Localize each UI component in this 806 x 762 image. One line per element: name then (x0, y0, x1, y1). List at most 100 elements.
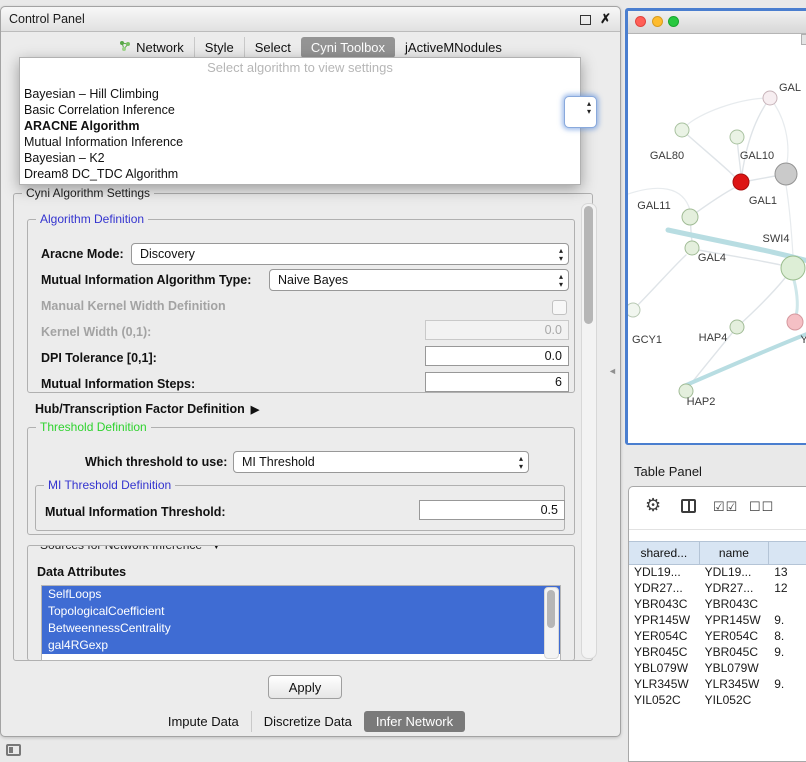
table-header-row: shared...name (629, 541, 806, 565)
table-cell: YBL079W (700, 660, 770, 676)
bottom-tab-discretize-data[interactable]: Discretize Data (251, 711, 364, 732)
node-label-gal4: GAL4 (698, 252, 726, 264)
algorithm-option-mutual-information-inference[interactable]: Mutual Information Inference (20, 134, 580, 150)
select-all-checks-icon[interactable]: ☑☑ (713, 499, 738, 515)
float-panel-icon[interactable] (580, 15, 591, 25)
tab-style[interactable]: Style (194, 37, 244, 58)
table-row[interactable]: YBL079WYBL079W (629, 660, 806, 676)
table-cell (769, 596, 806, 612)
network-edge[interactable] (737, 278, 785, 327)
table-row[interactable]: YPR145WYPR145W9. (629, 612, 806, 628)
attribute-item-gal4rgexp[interactable]: gal4RGexp (42, 637, 560, 654)
node-gal11[interactable] (682, 209, 698, 225)
node-upper-left[interactable] (675, 123, 689, 137)
table-cell: YBR045C (629, 644, 700, 660)
table-row[interactable]: YER054CYER054C8. (629, 628, 806, 644)
node-top-pink[interactable] (763, 91, 777, 105)
apply-button[interactable]: Apply (268, 675, 342, 699)
table-cell: YPR145W (700, 612, 770, 628)
table-cell: YDL19... (629, 564, 700, 580)
algorithm-select-focus-ring[interactable]: ▴▾ (564, 96, 597, 128)
algorithm-option-bayesian-k2[interactable]: Bayesian – K2 (20, 150, 580, 166)
tab-network[interactable]: Network (109, 37, 194, 58)
columns-icon[interactable] (681, 499, 696, 513)
column-header-col2[interactable] (769, 542, 806, 564)
node-hap4[interactable] (730, 320, 744, 334)
node-left-edge[interactable] (628, 303, 640, 317)
mi-threshold-input[interactable]: 0.5 (419, 500, 565, 520)
attributes-scrollbar-thumb[interactable] (547, 590, 555, 628)
algorithm-option-basic-correlation-inference[interactable]: Basic Correlation Inference (20, 102, 580, 118)
zoom-traffic-light-icon[interactable] (668, 16, 679, 27)
table-panel: ⚙ ☑☑ ☐☐ shared...name YDL19...YDL19...13… (628, 486, 806, 762)
tab-jactivemnodules[interactable]: jActiveMNodules (395, 37, 512, 58)
attributes-scrollbar[interactable] (544, 587, 559, 659)
minimize-traffic-light-icon[interactable] (652, 16, 663, 27)
network-canvas[interactable]: GALGAL80GAL10GAL11GAL1SWI4GAL4GCY1HAP4HA… (628, 34, 806, 443)
attribute-item-selfloops[interactable]: SelfLoops (42, 586, 560, 603)
dpi-tolerance-label: DPI Tolerance [0,1]: (41, 351, 157, 365)
hub-tf-definition-toggle[interactable]: Hub/Transcription Factor Definition▶ (35, 402, 259, 416)
close-icon[interactable]: ✗ (600, 11, 611, 27)
node-label-gal1: GAL1 (749, 195, 777, 207)
aracne-mode-label: Aracne Mode: (41, 247, 124, 261)
bottom-tabs: Impute DataDiscretize DataInfer Network (1, 709, 620, 733)
close-traffic-light-icon[interactable] (635, 16, 646, 27)
mi-steps-input[interactable]: 6 (425, 372, 569, 392)
control-panel-titlebar[interactable]: Control Panel ✗ (1, 7, 620, 32)
algorithm-option-bayesian-hill-climbing[interactable]: Bayesian – Hill Climbing (20, 86, 580, 102)
tab-label: Network (136, 40, 184, 55)
data-attributes-list[interactable]: SelfLoopsTopologicalCoefficientBetweenne… (41, 585, 561, 661)
network-edge[interactable] (794, 280, 797, 315)
node-right-pink[interactable] (787, 314, 803, 330)
table-cell (769, 692, 806, 708)
bottom-tab-infer-network[interactable]: Infer Network (364, 711, 465, 732)
algorithm-option-aracne-algorithm[interactable]: ARACNE Algorithm (20, 118, 580, 134)
settings-scrollbar-thumb[interactable] (584, 206, 593, 324)
deselect-all-checks-icon[interactable]: ☐☐ (749, 499, 774, 515)
mi-algorithm-type-select[interactable]: Naive Bayes ▴▾ (269, 269, 569, 291)
dpi-tolerance-input[interactable]: 0.0 (425, 346, 569, 366)
node-gal4[interactable] (685, 241, 699, 255)
settings-scrollbar[interactable] (581, 203, 597, 659)
network-edge[interactable] (686, 98, 770, 126)
table-cell: 9. (769, 676, 806, 692)
gear-icon[interactable]: ⚙ (645, 495, 661, 516)
table-row[interactable]: YIL052CYIL052C (629, 692, 806, 708)
bottom-tab-impute-data[interactable]: Impute Data (156, 711, 251, 732)
attribute-item-betweennesscentrality[interactable]: BetweennessCentrality (42, 620, 560, 637)
which-threshold-select[interactable]: MI Threshold ▴▾ (233, 451, 529, 473)
attribute-item-topologicalcoefficient[interactable]: TopologicalCoefficient (42, 603, 560, 620)
docked-panel-icon[interactable] (6, 744, 21, 756)
network-edge[interactable] (633, 255, 686, 310)
table-row[interactable]: YDR27...YDR27...12 (629, 580, 806, 596)
aracne-mode-select[interactable]: Discovery ▴▾ (131, 243, 569, 265)
node-right-large-green[interactable] (781, 256, 805, 280)
network-edge[interactable] (682, 130, 735, 177)
network-edge[interactable] (748, 176, 775, 181)
node-label-swi4: SWI4 (763, 233, 790, 245)
network-edge[interactable] (742, 98, 770, 174)
tab-cyni-toolbox[interactable]: Cyni Toolbox (301, 37, 395, 58)
node-label-hap2: HAP2 (687, 396, 716, 408)
algorithm-option-dream8-dc-tdc-algorithm[interactable]: Dream8 DC_TDC Algorithm (20, 166, 580, 182)
network-window-titlebar[interactable] (628, 11, 806, 34)
network-edge[interactable] (786, 185, 793, 256)
table-row[interactable]: YDL19...YDL19...13 (629, 564, 806, 580)
table-cell: 8. (769, 628, 806, 644)
panel-resize-handle[interactable]: ◄ (608, 366, 617, 376)
table-cell: YIL052C (700, 692, 770, 708)
table-row[interactable]: YBR043CYBR043C (629, 596, 806, 612)
column-header-name[interactable]: name (700, 542, 770, 564)
tab-label: jActiveMNodules (405, 40, 502, 55)
column-header-shared[interactable]: shared... (629, 542, 700, 564)
node-gal10-red[interactable] (733, 174, 749, 190)
overview-toggle-icon[interactable] (801, 34, 806, 45)
table-row[interactable]: YBR045CYBR045C9. (629, 644, 806, 660)
node-upper-mid[interactable] (730, 130, 744, 144)
table-row[interactable]: YLR345WYLR345W9. (629, 676, 806, 692)
node-gray-large[interactable] (775, 163, 797, 185)
tab-select[interactable]: Select (244, 37, 301, 58)
table-cell: YIL052C (629, 692, 700, 708)
sources-group-toggle[interactable]: Sources for Network Inference ▼ (36, 545, 225, 552)
